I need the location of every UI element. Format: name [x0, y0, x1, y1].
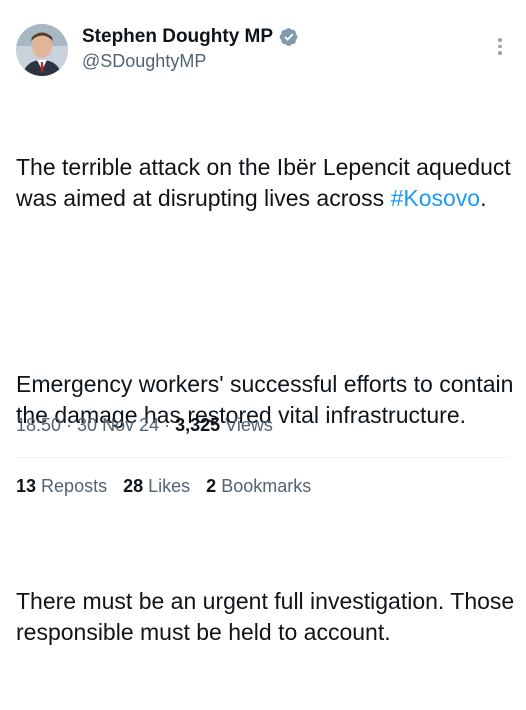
tweet-card: Stephen Doughty MP @SDoughtyMP The terri…	[0, 0, 526, 645]
author-name[interactable]: Stephen Doughty MP	[82, 26, 273, 48]
views-count: 3,325	[175, 415, 221, 435]
meta-separator: ·	[61, 415, 78, 435]
divider	[16, 457, 510, 458]
tweet-meta: 18:50 · 30 Nov 24 · 3,325 Views	[16, 415, 273, 436]
author-name-row[interactable]: Stephen Doughty MP	[82, 26, 299, 48]
engagement-stats: 13 Reposts 28 Likes 2 Bookmarks	[16, 476, 311, 497]
views-label: Views	[220, 415, 273, 435]
hashtag-link[interactable]: #Kosovo	[391, 185, 481, 211]
tweet-text-1-end: .	[480, 185, 487, 211]
avatar[interactable]	[16, 24, 68, 76]
reposts-label: Reposts	[41, 476, 108, 496]
tweet-paragraph-1: The terrible attack on the Ibër Lepencit…	[16, 152, 516, 214]
tweet-date[interactable]: 30 Nov 24	[77, 415, 159, 435]
bookmarks-stat[interactable]: 2 Bookmarks	[206, 476, 311, 497]
likes-count: 28	[123, 476, 144, 496]
tweet-paragraph-3: There must be an urgent full investigati…	[16, 588, 521, 645]
tweet-time[interactable]: 18:50	[16, 415, 61, 435]
bookmarks-count: 2	[206, 476, 217, 496]
verified-badge-icon	[279, 28, 298, 46]
reposts-count: 13	[16, 476, 37, 496]
more-options-icon[interactable]	[498, 38, 502, 58]
meta-separator: ·	[159, 415, 176, 435]
likes-stat[interactable]: 28 Likes	[123, 476, 190, 497]
avatar-image	[16, 24, 68, 76]
tweet-body: The terrible attack on the Ibër Lepencit…	[16, 90, 516, 710]
likes-label: Likes	[148, 476, 191, 496]
bookmarks-label: Bookmarks	[221, 476, 312, 496]
reposts-stat[interactable]: 13 Reposts	[16, 476, 107, 497]
author-handle[interactable]: @SDoughtyMP	[82, 51, 206, 72]
